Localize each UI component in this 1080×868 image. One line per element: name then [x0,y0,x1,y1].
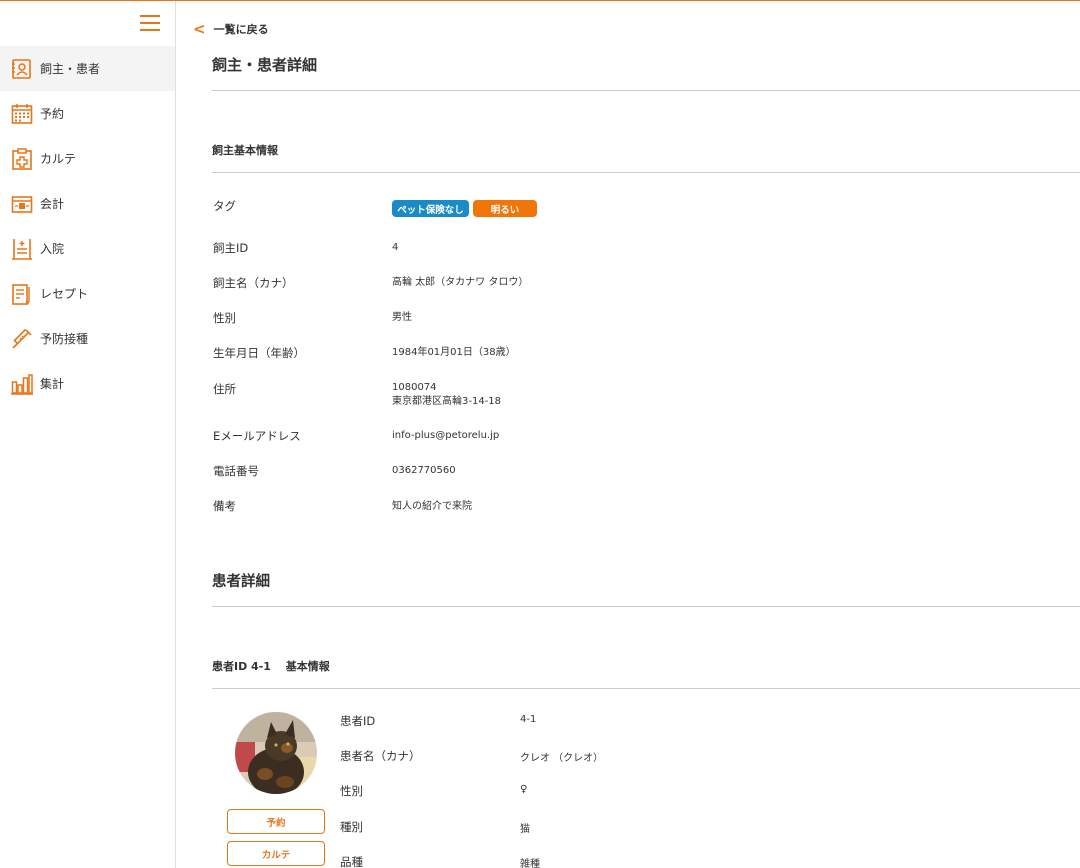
sidebar-item-label: 入院 [40,242,65,256]
owner-email-label: Eメールアドレス [213,429,301,443]
tag-badge: ペット保険なし [392,200,469,217]
accounting-icon [11,195,33,213]
patient-heading: 患者詳細 [212,574,270,590]
owner-id-value: 4 [392,242,399,253]
sidebar-item-label: 集計 [40,377,65,391]
receipt-icon [12,283,30,305]
patient-id-label: 患者ID [340,714,376,728]
owner-gender-value: 男性 [392,312,412,323]
sidebar: 飼主・患者 予約 カルテ 会計 入院 レセプト 予防接種 集計 [0,1,176,868]
sidebar-item-reservation[interactable]: 予約 [0,91,175,136]
sidebar-item-owner-patient[interactable]: 飼主・患者 [0,46,175,91]
sidebar-item-label: 会計 [40,197,65,211]
owner-phone-value: 0362770560 [392,465,456,476]
sidebar-item-receipt[interactable]: レセプト [0,271,175,316]
sidebar-item-label: 予防接種 [40,332,89,346]
patient-breed-label: 品種 [340,855,363,868]
sidebar-item-label: レセプト [40,287,89,301]
sidebar-item-label: 予約 [40,107,65,121]
tags-label: タグ [213,199,236,213]
patient-gender-label: 性別 [340,784,363,798]
stats-icon [11,373,33,395]
vaccine-icon [12,328,32,349]
karte-button[interactable]: カルテ [227,841,325,866]
owner-address-label: 住所 [213,382,236,396]
menu-icon[interactable] [140,15,160,31]
patient-avatar [235,712,317,794]
owner-address-value: 東京都港区高輪3-14-18 [392,396,502,407]
back-label: 一覧に戻る [213,23,269,36]
tag-badge: 明るい [473,200,537,217]
patient-section-title: 患者ID 4-1 基本情報 [212,660,330,673]
sidebar-item-karte[interactable]: カルテ [0,136,175,181]
hospitalization-icon [12,238,32,260]
owner-gender-label: 性別 [213,311,236,325]
owner-birth-label: 生年月日（年齢） [213,346,305,360]
page-title: 飼主・患者詳細 [212,56,318,74]
sidebar-item-label: カルテ [40,152,77,166]
divider [212,172,1080,173]
owner-postal-value: 1080074 [392,382,437,393]
karte-icon [12,147,32,170]
sidebar-item-accounting[interactable]: 会計 [0,181,175,226]
sidebar-item-vaccination[interactable]: 予防接種 [0,316,175,361]
owner-patient-icon [12,58,31,79]
owner-name-label: 飼主名（カナ） [213,276,294,290]
owner-birth-value: 1984年01月01日（38歳） [392,347,516,358]
divider [212,90,1080,91]
patient-name-value: クレオ （クレオ） [520,753,604,764]
divider [212,606,1080,607]
calendar-icon [11,103,33,124]
owner-name-value: 高輪 太郎（タカナワ タロウ） [392,277,529,288]
patient-gender-value: ♀ [520,784,528,795]
reserve-button[interactable]: 予約 [227,809,325,834]
patient-breed-value: 雑種 [520,859,540,868]
patient-species-value: 猫 [520,824,530,835]
back-link[interactable]: < 一覧に戻る [193,20,269,38]
owner-notes-value: 知人の紹介で来院 [392,501,472,512]
owner-id-label: 飼主ID [213,241,249,255]
owner-section-title: 飼主基本情報 [212,144,278,157]
patient-id-value: 4-1 [520,714,537,725]
sidebar-item-stats[interactable]: 集計 [0,361,175,406]
sidebar-item-label: 飼主・患者 [40,62,101,76]
owner-notes-label: 備考 [213,499,236,513]
owner-phone-label: 電話番号 [213,464,259,478]
main-content: < 一覧に戻る 飼主・患者詳細 飼主基本情報 タグ ペット保険なし 明るい 飼主… [176,1,1080,868]
owner-email-value: info-plus@petorelu.jp [392,430,500,441]
back-chevron-icon: < [193,20,206,38]
patient-species-label: 種別 [340,820,363,834]
sidebar-nav: 飼主・患者 予約 カルテ 会計 入院 レセプト 予防接種 集計 [0,46,175,406]
sidebar-item-hospitalization[interactable]: 入院 [0,226,175,271]
divider [212,688,1080,689]
patient-name-label: 患者名（カナ） [340,749,421,763]
